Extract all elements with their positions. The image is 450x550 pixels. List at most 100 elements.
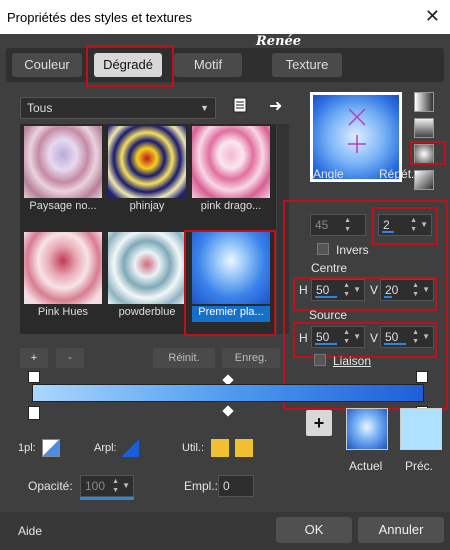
gradient-item[interactable]: powderblue [108, 232, 186, 322]
angle-label: Angle [313, 167, 344, 181]
library-icon[interactable] [232, 96, 248, 114]
tab-motif[interactable]: Motif [174, 53, 242, 77]
center-h-slider [315, 296, 337, 298]
reset-button[interactable]: Réinit. [153, 348, 215, 368]
highlight-radial-style [410, 141, 446, 165]
gradient-item[interactable]: phinjay [108, 126, 186, 216]
tab-texture[interactable]: Texture [272, 53, 342, 77]
source-h-field[interactable]: 50 ▲ ▼ ▼ [311, 326, 365, 348]
window-title: Propriétés des styles et textures [7, 10, 192, 25]
background-plane-swatch[interactable] [121, 439, 139, 457]
styles-dialog: Renée Design Couleur Dégradé Motif Textu… [0, 34, 450, 550]
previous-label: Préc. [405, 459, 434, 473]
opacity-label: Opacité: [28, 479, 73, 493]
first-plane-label: 1pl: [18, 442, 36, 454]
location-field[interactable]: 0 [218, 475, 254, 497]
previous-swatch[interactable] [400, 408, 442, 450]
rectangular-style-button[interactable] [414, 118, 434, 138]
gradient-stop-marker-left[interactable] [28, 371, 40, 383]
center-v-label: V [370, 283, 379, 297]
spin-arrows-icon: ▲ ▼ [343, 282, 350, 298]
center-v-field[interactable]: 20 ▲ ▼ ▼ [380, 279, 434, 301]
link-checkbox[interactable] [314, 354, 326, 366]
center-h-value: 50 [316, 283, 330, 297]
repeat-label: Répét. [379, 167, 415, 181]
invert-label: Invers [336, 243, 369, 257]
opacity-slider[interactable] [80, 497, 134, 500]
angle-value: 45 [315, 218, 329, 232]
spin-arrows-icon: ▲ ▼ [112, 478, 119, 494]
center-h-field[interactable]: 50 ▲ ▼ ▼ [311, 279, 365, 301]
color-midpoint-marker[interactable] [222, 405, 234, 417]
chevron-down-icon: ▼ [200, 103, 209, 113]
tab-couleur[interactable]: Couleur [12, 53, 82, 77]
source-v-label: V [370, 331, 379, 345]
gradient-item[interactable]: Paysage no... [24, 126, 102, 216]
opacity-field[interactable]: 100 ▲ ▼ ▼ [80, 475, 134, 497]
first-plane-swatch[interactable] [42, 439, 60, 457]
add-gradient-button[interactable]: + [20, 348, 48, 368]
highlight-selected-gradient [184, 230, 276, 336]
gradient-label: phinjay [129, 200, 165, 212]
category-value: Tous [27, 101, 53, 115]
gradient-thumbnail [24, 126, 102, 198]
gradient-item[interactable]: pink drago... [192, 126, 270, 216]
source-v-slider [384, 343, 406, 345]
gradient-bar[interactable] [32, 384, 424, 402]
arrow-right-icon[interactable]: ➜ [269, 96, 285, 115]
help-link[interactable]: Aide [18, 524, 42, 538]
chevron-down-icon: ▼ [353, 332, 361, 341]
gradient-label: Paysage no... [29, 200, 97, 212]
spin-arrows-icon: ▲ ▼ [344, 217, 351, 233]
location-value: 0 [223, 479, 230, 493]
chevron-down-icon: ▼ [422, 285, 430, 294]
center-label: Centre [311, 261, 348, 275]
background-plane-label: Arpl: [94, 442, 117, 454]
add-swatch-button[interactable]: + [306, 410, 332, 436]
highlight-repeat-field [372, 207, 438, 245]
chevron-down-icon: ▼ [422, 332, 430, 341]
gradient-label: Pink Hues [37, 306, 89, 318]
color-stop-left[interactable] [28, 406, 40, 420]
center-h-label: H [299, 283, 308, 297]
spin-arrows-icon: ▲ ▼ [412, 282, 419, 298]
opacity-value: 100 [85, 479, 106, 493]
source-h-value: 50 [316, 330, 330, 344]
save-gradient-button[interactable]: Enreg. [222, 348, 280, 368]
source-h-slider [315, 343, 337, 345]
gradient-stop-marker-right[interactable] [416, 371, 428, 383]
source-h-label: H [299, 331, 308, 345]
gradient-item[interactable]: Pink Hues [24, 232, 102, 322]
user-color-swatch-2[interactable] [235, 439, 253, 457]
link-label: Liaison [333, 354, 372, 368]
source-v-field[interactable]: 50 ▲ ▼ ▼ [380, 326, 434, 348]
spin-arrows-icon: ▲ ▼ [412, 329, 419, 345]
close-icon[interactable]: ✕ [425, 6, 440, 27]
highlight-degrade-tab [86, 45, 174, 87]
footer-bar: Aide OK Annuler [0, 512, 450, 550]
current-swatch[interactable] [346, 408, 388, 450]
spin-arrows-icon: ▲ ▼ [343, 329, 350, 345]
chevron-down-icon: ▼ [122, 481, 130, 490]
category-dropdown[interactable]: Tous ▼ [20, 97, 216, 119]
gradient-thumbnail [108, 232, 186, 304]
center-v-value: 20 [385, 283, 399, 297]
chevron-down-icon: ▼ [353, 285, 361, 294]
linear-style-button[interactable] [414, 92, 434, 112]
title-bar: Propriétés des styles et textures ✕ [0, 0, 450, 34]
cancel-button[interactable]: Annuler [358, 517, 444, 543]
gradient-label: powderblue [118, 306, 176, 318]
gradient-thumbnail [192, 126, 270, 198]
remove-gradient-button[interactable]: - [56, 348, 84, 368]
invert-checkbox[interactable] [317, 243, 329, 255]
user-color-swatch[interactable] [211, 439, 229, 457]
angle-field[interactable]: 45 ▲ ▼ [310, 214, 366, 236]
tab-bar: Couleur Dégradé Motif Texture [6, 48, 444, 82]
source-v-value: 50 [385, 330, 399, 344]
source-label: Source [309, 308, 348, 322]
ok-button[interactable]: OK [276, 517, 352, 543]
sunburst-style-button[interactable] [414, 170, 434, 190]
user-color-label: Util.: [182, 442, 204, 454]
center-v-slider [384, 296, 392, 298]
location-label: Empl.: [184, 479, 219, 493]
